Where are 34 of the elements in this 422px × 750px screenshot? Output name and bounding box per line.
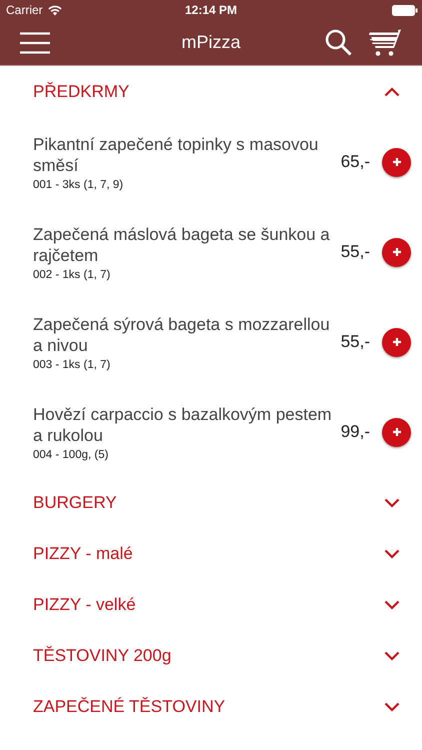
search-icon[interactable]	[325, 29, 352, 56]
category-header[interactable]: PIZZY - malé	[0, 528, 422, 579]
add-button[interactable]	[382, 238, 411, 266]
category-header[interactable]: ZAPEČENÉ TĚSTOVINY	[0, 681, 422, 732]
item-details: 002 - 1ks (1, 7)	[33, 268, 112, 280]
plus-icon	[392, 427, 402, 437]
item-details: 001 - 3ks (1, 7, 9)	[33, 178, 124, 190]
plus-icon	[392, 337, 402, 347]
plus-icon	[392, 157, 402, 167]
add-button[interactable]	[382, 328, 411, 356]
plus-icon	[392, 247, 402, 257]
item-details: 003 - 1ks (1, 7)	[33, 358, 112, 370]
item-name: Zapečená máslová bageta se šunkou a rajčetem	[33, 224, 331, 266]
add-button[interactable]	[382, 148, 411, 176]
item-price: 99,-	[340, 422, 370, 442]
cart-icon[interactable]	[369, 28, 402, 56]
app-title: mPizza	[180, 32, 242, 53]
wifi-icon	[48, 4, 62, 16]
category-header[interactable]: PIZZY - velké	[0, 579, 422, 630]
item-name: Hovězí carpaccio s bazalkovým pestem a rukolou	[33, 404, 333, 446]
item-details: 004 - 100g, (5)	[33, 448, 110, 460]
item-name: Pikantní zapečené topinky s masovou směsí	[33, 134, 320, 176]
item-name: Zapečená sýrová bageta s mozzarellou a nivou	[33, 314, 331, 356]
item-price: 55,-	[340, 332, 370, 352]
clock-time: 12:14 PM	[184, 3, 238, 17]
add-button[interactable]	[382, 418, 411, 446]
battery-icon	[392, 4, 418, 16]
carrier-label: Carrier	[6, 3, 43, 17]
category-header[interactable]: BURGERY	[0, 477, 422, 528]
item-price: 65,-	[340, 152, 370, 172]
item-price: 55,-	[340, 242, 370, 262]
menu-icon[interactable]	[20, 32, 50, 54]
category-header[interactable]: TĚSTOVINY 200g	[0, 630, 422, 681]
category-header[interactable]: PŘEDKRMY	[0, 66, 422, 117]
